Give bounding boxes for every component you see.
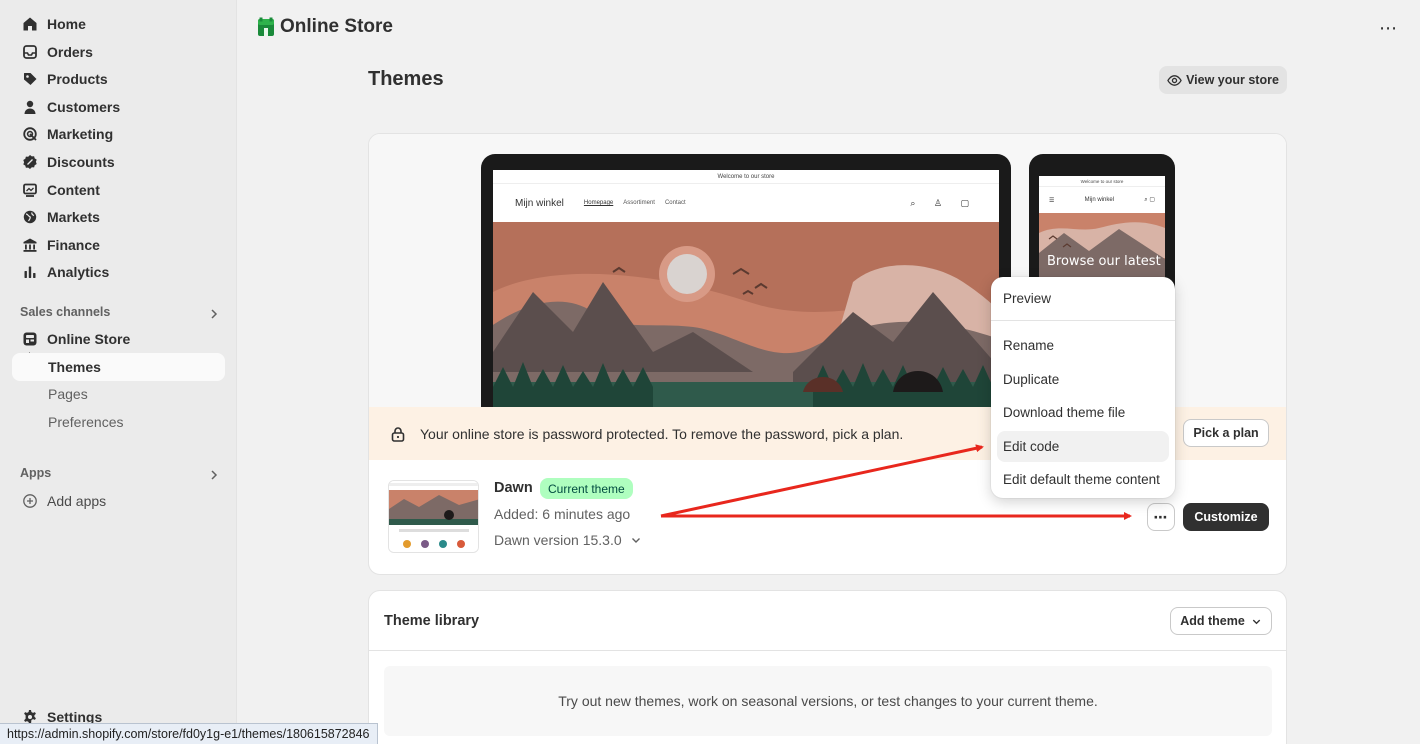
- bar-chart-icon: [21, 263, 39, 281]
- person-icon: [21, 98, 39, 116]
- chevron-right-icon[interactable]: [208, 469, 220, 481]
- customize-button[interactable]: Customize: [1183, 503, 1269, 531]
- theme-version-toggle[interactable]: Dawn version 15.3.0: [494, 532, 642, 548]
- lock-icon: [391, 426, 405, 442]
- sidebar-item-customers[interactable]: Customers: [12, 93, 225, 121]
- theme-library-title: Theme library: [384, 613, 480, 629]
- preview-site-header: Mijn winkel Homepage Assortiment Contact…: [493, 184, 999, 222]
- online-store-logo-icon: [258, 17, 274, 36]
- sidebar-item-label: Marketing: [47, 126, 114, 142]
- theme-name: Dawn: [494, 480, 533, 496]
- password-message: Your online store is password protected.…: [420, 425, 904, 442]
- inbox-icon: [21, 43, 39, 61]
- eye-icon: [1167, 74, 1182, 86]
- menu-divider: [991, 320, 1175, 321]
- content-icon: [21, 181, 39, 199]
- sidebar-item-add-apps[interactable]: Add apps: [12, 487, 225, 515]
- menu-item-edit-code[interactable]: Edit code: [997, 430, 1169, 462]
- chevron-right-icon[interactable]: [208, 308, 220, 320]
- menu-item-rename[interactable]: Rename: [997, 330, 1169, 361]
- sidebar-item-label: Finance: [47, 237, 100, 253]
- view-store-button[interactable]: View your store: [1159, 66, 1287, 94]
- preview-shop-name: Mijn winkel: [515, 197, 564, 209]
- link-status-url: https://admin.shopify.com/store/fd0y1g-e…: [0, 723, 378, 744]
- sidebar-subitem-pages[interactable]: Pages: [12, 380, 225, 408]
- preview-header-icons: ⌕ ▢: [1144, 197, 1155, 203]
- bank-icon: [21, 236, 39, 254]
- sidebar-item-label: Add apps: [47, 493, 107, 509]
- apps-label: Apps: [20, 466, 52, 480]
- sidebar-item-content[interactable]: Content: [12, 176, 225, 204]
- menu-icon: ☰: [1049, 197, 1055, 204]
- store-brand: Online Store: [257, 16, 393, 38]
- theme-thumbnail: [388, 480, 479, 553]
- preview-nav-link: Homepage: [583, 200, 614, 206]
- sidebar-item-label: Products: [47, 71, 108, 87]
- sidebar-item-home[interactable]: Home: [12, 10, 225, 38]
- desktop-preview: Welcome to our store Mijn winkel Homepag…: [481, 154, 1011, 420]
- preview-shop-name: Mijn winkel: [1084, 197, 1115, 203]
- brand-title: Online Store: [280, 16, 393, 37]
- menu-item-duplicate[interactable]: Duplicate: [997, 364, 1169, 395]
- theme-library-card: Theme library Add theme Try out new them…: [368, 590, 1287, 744]
- preview-mobile-header: ☰ Mijn winkel ⌕ ▢: [1039, 187, 1165, 213]
- menu-item-download-theme-file[interactable]: Download theme file: [997, 397, 1169, 428]
- library-empty-state: Try out new themes, work on seasonal ver…: [384, 666, 1272, 736]
- preview-nav-link: Assortiment: [623, 200, 655, 206]
- menu-item-preview[interactable]: Preview: [997, 283, 1169, 314]
- chevron-down-icon: [1252, 619, 1260, 624]
- theme-actions-button[interactable]: ⋯: [1147, 503, 1175, 531]
- sidebar-subitem-preferences[interactable]: Preferences: [12, 408, 225, 436]
- sidebar-subitem-themes[interactable]: Themes: [12, 353, 225, 381]
- announcement-bar: Welcome to our store: [1039, 176, 1165, 187]
- add-theme-label: Add theme: [1180, 614, 1245, 628]
- sidebar-item-markets[interactable]: Markets: [12, 203, 225, 231]
- sidebar-item-marketing[interactable]: Marketing: [12, 120, 225, 148]
- theme-added-time: Added: 6 minutes ago: [494, 506, 631, 522]
- sidebar-item-label: Online Store: [47, 331, 131, 347]
- theme-version-label: Dawn version 15.3.0: [494, 532, 622, 548]
- preview-nav-link: Contact: [664, 200, 686, 206]
- sidebar-item-label: Content: [47, 182, 100, 198]
- sidebar-item-analytics[interactable]: Analytics: [12, 258, 225, 286]
- sidebar-item-label: Home: [47, 16, 86, 32]
- target-icon: [21, 125, 39, 143]
- sidebar-item-finance[interactable]: Finance: [12, 231, 225, 259]
- sidebar-item-discounts[interactable]: Discounts: [12, 148, 225, 176]
- tag-icon: [21, 70, 39, 88]
- theme-actions-menu: Preview Rename Duplicate Download theme …: [991, 277, 1175, 498]
- sidebar-item-label: Discounts: [47, 154, 115, 170]
- sidebar-item-online-store[interactable]: Online Store: [12, 325, 225, 353]
- sidebar-item-label: Orders: [47, 44, 93, 60]
- pick-plan-button[interactable]: Pick a plan: [1183, 419, 1269, 447]
- add-theme-button[interactable]: Add theme: [1170, 607, 1272, 635]
- globe-icon: [21, 208, 39, 226]
- sales-channels-label: Sales channels: [20, 305, 111, 319]
- sidebar: Home Orders Products Customers Marketing…: [0, 0, 237, 744]
- discount-icon: [21, 153, 39, 171]
- menu-item-edit-default-theme-content[interactable]: Edit default theme content: [997, 464, 1169, 495]
- preview-header-icons: ⌕ ♙ ▢: [910, 197, 977, 208]
- sidebar-item-label: Analytics: [47, 264, 110, 280]
- more-actions-button[interactable]: ⋯: [1379, 18, 1398, 39]
- current-theme-badge: Current theme: [540, 478, 633, 499]
- sidebar-item-orders[interactable]: Orders: [12, 38, 225, 66]
- preview-hero-text: Browse our latest: [1047, 254, 1161, 269]
- sidebar-item-products[interactable]: Products: [12, 65, 225, 93]
- sidebar-item-label: Markets: [47, 209, 100, 225]
- announcement-bar: Welcome to our store: [493, 170, 999, 184]
- hero-illustration: [493, 222, 999, 420]
- sidebar-item-label: Customers: [47, 99, 121, 115]
- page-title: Themes: [368, 68, 444, 90]
- store-icon: [21, 330, 39, 348]
- home-icon: [21, 15, 39, 33]
- plus-circle-icon: [21, 492, 39, 510]
- view-store-label: View your store: [1186, 73, 1279, 87]
- top-bar: Online Store ⋯: [237, 0, 1420, 56]
- divider: [369, 650, 1286, 651]
- chevron-down-icon: [631, 538, 640, 543]
